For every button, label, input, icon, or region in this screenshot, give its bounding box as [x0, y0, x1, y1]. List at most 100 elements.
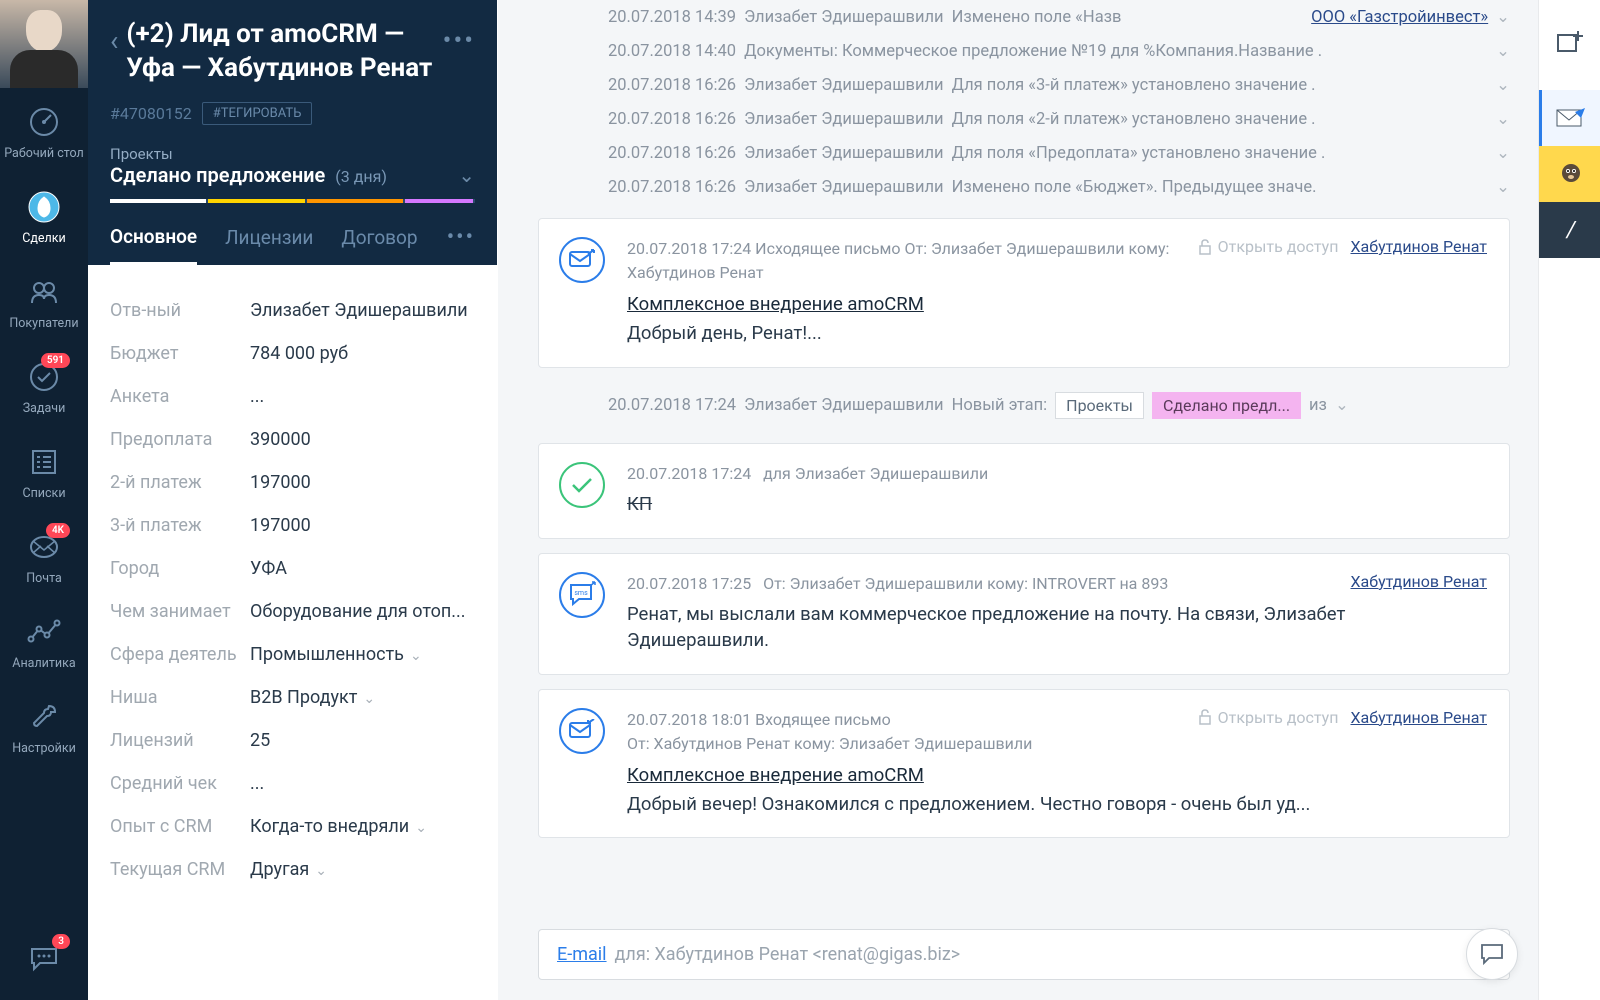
- field-value[interactable]: 197000: [250, 472, 311, 493]
- feed-scroll[interactable]: 20.07.2018 14:39 Элизабет Эдишерашвили Изм…: [498, 0, 1538, 929]
- chevron-down-icon[interactable]: ⌄: [1496, 41, 1510, 61]
- user-avatar[interactable]: [0, 0, 88, 88]
- card-contact-link[interactable]: Хабутдинов Ренат: [1350, 237, 1487, 256]
- left-nav-rail: Рабочий стол Сделки Покупатели 591 Задач…: [0, 0, 88, 1000]
- chat-fab[interactable]: [1466, 928, 1518, 980]
- integration-mail[interactable]: [1539, 90, 1600, 146]
- activity-feed: 20.07.2018 14:39 Элизабет Эдишерашвили Изм…: [498, 0, 1538, 1000]
- chevron-down-icon[interactable]: ⌄: [1335, 395, 1349, 415]
- tab-licenses[interactable]: Лицензии: [225, 226, 313, 263]
- deals-icon: [26, 189, 62, 225]
- chevron-down-icon[interactable]: ⌄: [415, 820, 427, 836]
- lead-header: ‹ (+2) Лид от amoCRM — Уфа — Хабутдинов …: [88, 0, 497, 265]
- field-value[interactable]: Когда-то внедряли⌄: [250, 816, 427, 837]
- gauge-icon: [26, 104, 62, 140]
- field-value[interactable]: Промышленность⌄: [250, 644, 422, 665]
- feed-card-sms[interactable]: sms 20.07.2018 17:25 От: Элизабет Эдишер…: [538, 553, 1510, 675]
- field-value[interactable]: Элизабет Эдишерашвили: [250, 300, 468, 321]
- field-value[interactable]: B2B Продукт⌄: [250, 687, 375, 708]
- nav-label: Покупатели: [9, 316, 78, 331]
- stage-to: Сделано предл...: [1152, 392, 1301, 419]
- log-time: 20.07.2018 16:26: [608, 178, 736, 197]
- field-row[interactable]: 3-й платеж197000: [110, 504, 475, 547]
- log-text: Изменено поле «Назв: [952, 8, 1304, 27]
- card-contact-link[interactable]: Хабутдинов Ренат: [1350, 708, 1487, 727]
- chevron-down-icon[interactable]: ⌄: [1496, 143, 1510, 163]
- email-subject[interactable]: Комплексное внедрение amoCRM: [627, 293, 1487, 315]
- field-row[interactable]: Отв-ныйЭлизабет Эдишерашвили: [110, 289, 475, 332]
- nav-mail[interactable]: 4K Почта: [0, 513, 88, 598]
- chevron-down-icon[interactable]: ⌄: [410, 648, 422, 664]
- nav-analytics[interactable]: Аналитика: [0, 598, 88, 683]
- field-row[interactable]: Анкета...: [110, 375, 475, 418]
- field-row[interactable]: Чем занимаетОборудование для отоп...: [110, 590, 475, 633]
- chevron-down-icon[interactable]: ⌄: [363, 691, 375, 707]
- integration-mailchimp[interactable]: [1539, 146, 1600, 202]
- field-row[interactable]: 2-й платеж197000: [110, 461, 475, 504]
- nav-tasks[interactable]: 591 Задачи: [0, 343, 88, 428]
- field-value[interactable]: ...: [250, 386, 264, 407]
- field-row[interactable]: НишаB2B Продукт⌄: [110, 676, 475, 719]
- field-row[interactable]: Сфера деятельПромышленность⌄: [110, 633, 475, 676]
- tab-contract[interactable]: Договор: [341, 226, 417, 263]
- log-link[interactable]: ООО «Газстройинвест»: [1311, 8, 1488, 27]
- integration-slash[interactable]: /: [1539, 202, 1600, 258]
- analytics-icon: [26, 614, 62, 650]
- field-value[interactable]: Оборудование для отоп...: [250, 601, 466, 622]
- field-value[interactable]: Другая⌄: [250, 859, 327, 880]
- field-value[interactable]: 390000: [250, 429, 311, 450]
- field-value[interactable]: УФА: [250, 558, 287, 579]
- field-row[interactable]: Предоплата390000: [110, 418, 475, 461]
- nav-settings[interactable]: Настройки: [0, 683, 88, 768]
- log-text: Для поля «2-й платеж» установлено значен…: [952, 110, 1489, 129]
- field-label: Анкета: [110, 386, 250, 407]
- field-value[interactable]: 25: [250, 730, 270, 751]
- field-value[interactable]: 784 000 руб: [250, 343, 348, 364]
- card-time: 20.07.2018 17:24: [627, 239, 751, 258]
- more-button[interactable]: •••: [443, 26, 475, 56]
- chevron-down-icon[interactable]: ⌄: [1496, 109, 1510, 129]
- compose-bar[interactable]: E-mail для: Хабутдинов Ренат <renat@giga…: [538, 929, 1510, 980]
- feed-card-task[interactable]: 20.07.2018 17:24 для Элизабет Эдишерашви…: [538, 443, 1510, 539]
- lead-title[interactable]: (+2) Лид от amoCRM — Уфа — Хабутдинов Ре…: [126, 18, 442, 86]
- field-value[interactable]: ...: [250, 773, 264, 794]
- card-contact-link[interactable]: Хабутдинов Ренат: [1350, 572, 1487, 591]
- nav-customers[interactable]: Покупатели: [0, 258, 88, 343]
- feed-card-email-in[interactable]: 20.07.2018 18:01 Входящее письмо От: Хаб…: [538, 689, 1510, 839]
- pipeline-stage[interactable]: Сделано предложение: [110, 163, 325, 187]
- log-time: 20.07.2018 14:39: [608, 8, 736, 27]
- chevron-down-icon[interactable]: ⌄: [315, 863, 327, 879]
- field-row[interactable]: ГородУФА: [110, 547, 475, 590]
- chevron-down-icon[interactable]: ⌄: [1496, 177, 1510, 197]
- field-row[interactable]: Бюджет784 000 руб: [110, 332, 475, 375]
- access-toggle[interactable]: Открыть доступ: [1198, 237, 1339, 256]
- tag-button[interactable]: #ТЕГИРОВАТЬ: [202, 102, 313, 125]
- back-button[interactable]: ‹: [110, 24, 118, 57]
- chevron-down-icon[interactable]: ⌄: [1496, 75, 1510, 95]
- field-row[interactable]: Средний чек...: [110, 762, 475, 805]
- tabs-more[interactable]: •••: [447, 225, 475, 264]
- field-value[interactable]: 197000: [250, 515, 311, 536]
- feed-card-email-out[interactable]: 20.07.2018 17:24 Исходящее письмо От: Эл…: [538, 218, 1510, 368]
- stage-suffix: из: [1309, 396, 1327, 415]
- nav-dashboard[interactable]: Рабочий стол: [0, 88, 88, 173]
- log-text: Для поля «3-й платеж» установлено значен…: [952, 76, 1489, 95]
- pipeline-chevron-icon[interactable]: ⌄: [458, 163, 475, 187]
- compose-type-select[interactable]: E-mail: [557, 944, 607, 965]
- unlock-icon: [1198, 239, 1212, 255]
- access-toggle[interactable]: Открыть доступ: [1198, 708, 1339, 727]
- chevron-down-icon[interactable]: ⌄: [1496, 7, 1510, 27]
- log-user: Элизабет Эдишерашвили: [744, 178, 944, 197]
- nav-chat[interactable]: 3: [0, 924, 88, 1000]
- field-row[interactable]: Текущая CRMДругая⌄: [110, 848, 475, 891]
- field-row[interactable]: Опыт с CRMКогда-то внедряли⌄: [110, 805, 475, 848]
- field-label: Чем занимает: [110, 601, 250, 622]
- nav-lists[interactable]: Списки: [0, 428, 88, 513]
- nav-deals[interactable]: Сделки: [0, 173, 88, 258]
- email-subject[interactable]: Комплексное внедрение amoCRM: [627, 764, 1487, 786]
- tab-main[interactable]: Основное: [110, 225, 197, 265]
- add-widget-button[interactable]: [1539, 18, 1600, 66]
- nav-label: Списки: [22, 486, 65, 501]
- log-line: 20.07.2018 16:26Элизабет ЭдишерашвилиДля…: [608, 68, 1510, 102]
- field-row[interactable]: Лицензий25: [110, 719, 475, 762]
